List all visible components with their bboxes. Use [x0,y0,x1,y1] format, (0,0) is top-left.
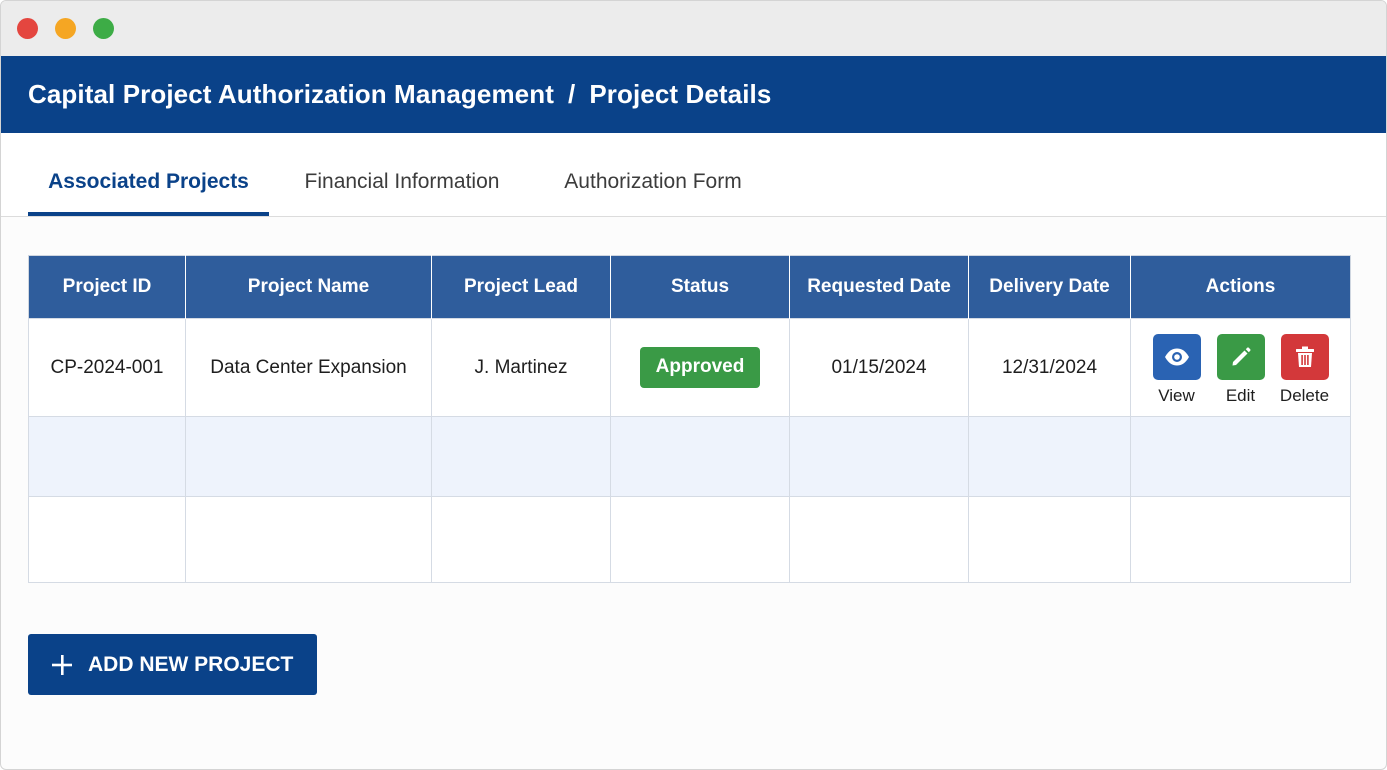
cell-status: Approved [610,318,790,417]
delete-button[interactable] [1280,333,1329,380]
projects-table: Project ID Project Name Project Lead Sta… [28,255,1351,583]
page-header: Capital Project Authorization Management… [1,56,1386,133]
page-title: Project Details [589,79,772,109]
edit-label: Edit [1225,385,1256,405]
cell-project-lead: J. Martinez [431,318,611,417]
cell-project-id: CP-2024-001 [28,318,186,417]
column-header-delivery-date[interactable]: Delivery Date [968,255,1131,319]
view-button[interactable] [1152,333,1201,380]
tab-financial-information[interactable]: Financial Information [288,133,516,215]
minimize-window-button[interactable] [55,18,76,39]
view-label: View [1158,385,1195,405]
table-row-empty [28,416,1351,497]
plus-icon [52,654,72,675]
add-new-project-button[interactable]: ADD NEW PROJECT [28,634,317,695]
column-header-project-id[interactable]: Project ID [28,255,186,319]
column-header-actions: Actions [1130,255,1351,319]
cell-delivery-date: 12/31/2024 [968,318,1131,417]
delete-label: Delete [1279,385,1330,405]
column-header-requested-date[interactable]: Requested Date [789,255,969,319]
delete-action[interactable]: Delete [1280,333,1329,406]
column-header-project-lead[interactable]: Project Lead [431,255,611,319]
table-row[interactable]: CP-2024-001 Data Center Expansion J. Mar… [28,318,1351,417]
view-action[interactable]: View [1152,333,1201,406]
cell-actions: View Edit Delete [1130,318,1351,417]
projects-table-container: Project ID Project Name Project Lead Sta… [28,255,1351,583]
column-header-project-name[interactable]: Project Name [185,255,432,319]
window-titlebar [1,1,1386,56]
tab-authorization-form[interactable]: Authorization Form [546,133,760,215]
trash-icon [1295,346,1314,367]
add-new-project-label: ADD NEW PROJECT [88,652,294,676]
app-title: Capital Project Authorization Management [28,79,554,109]
table-header-row: Project ID Project Name Project Lead Sta… [28,255,1351,319]
column-header-status[interactable]: Status [610,255,790,319]
table-row-empty [28,496,1351,583]
close-window-button[interactable] [17,18,38,39]
status-badge: Approved [639,347,761,388]
eye-icon [1164,348,1189,365]
edit-button[interactable] [1216,333,1265,380]
cell-requested-date: 01/15/2024 [789,318,969,417]
breadcrumb-separator: / [567,79,576,109]
cell-project-name: Data Center Expansion [185,318,432,417]
tab-associated-projects[interactable]: Associated Projects [28,133,269,216]
row-actions: View Edit Delete [1131,330,1350,406]
edit-action[interactable]: Edit [1216,333,1265,406]
pencil-icon [1232,346,1251,365]
tab-bar: Associated Projects Financial Informatio… [1,133,1386,217]
maximize-window-button[interactable] [93,18,114,39]
app-window: Capital Project Authorization Management… [0,0,1387,770]
